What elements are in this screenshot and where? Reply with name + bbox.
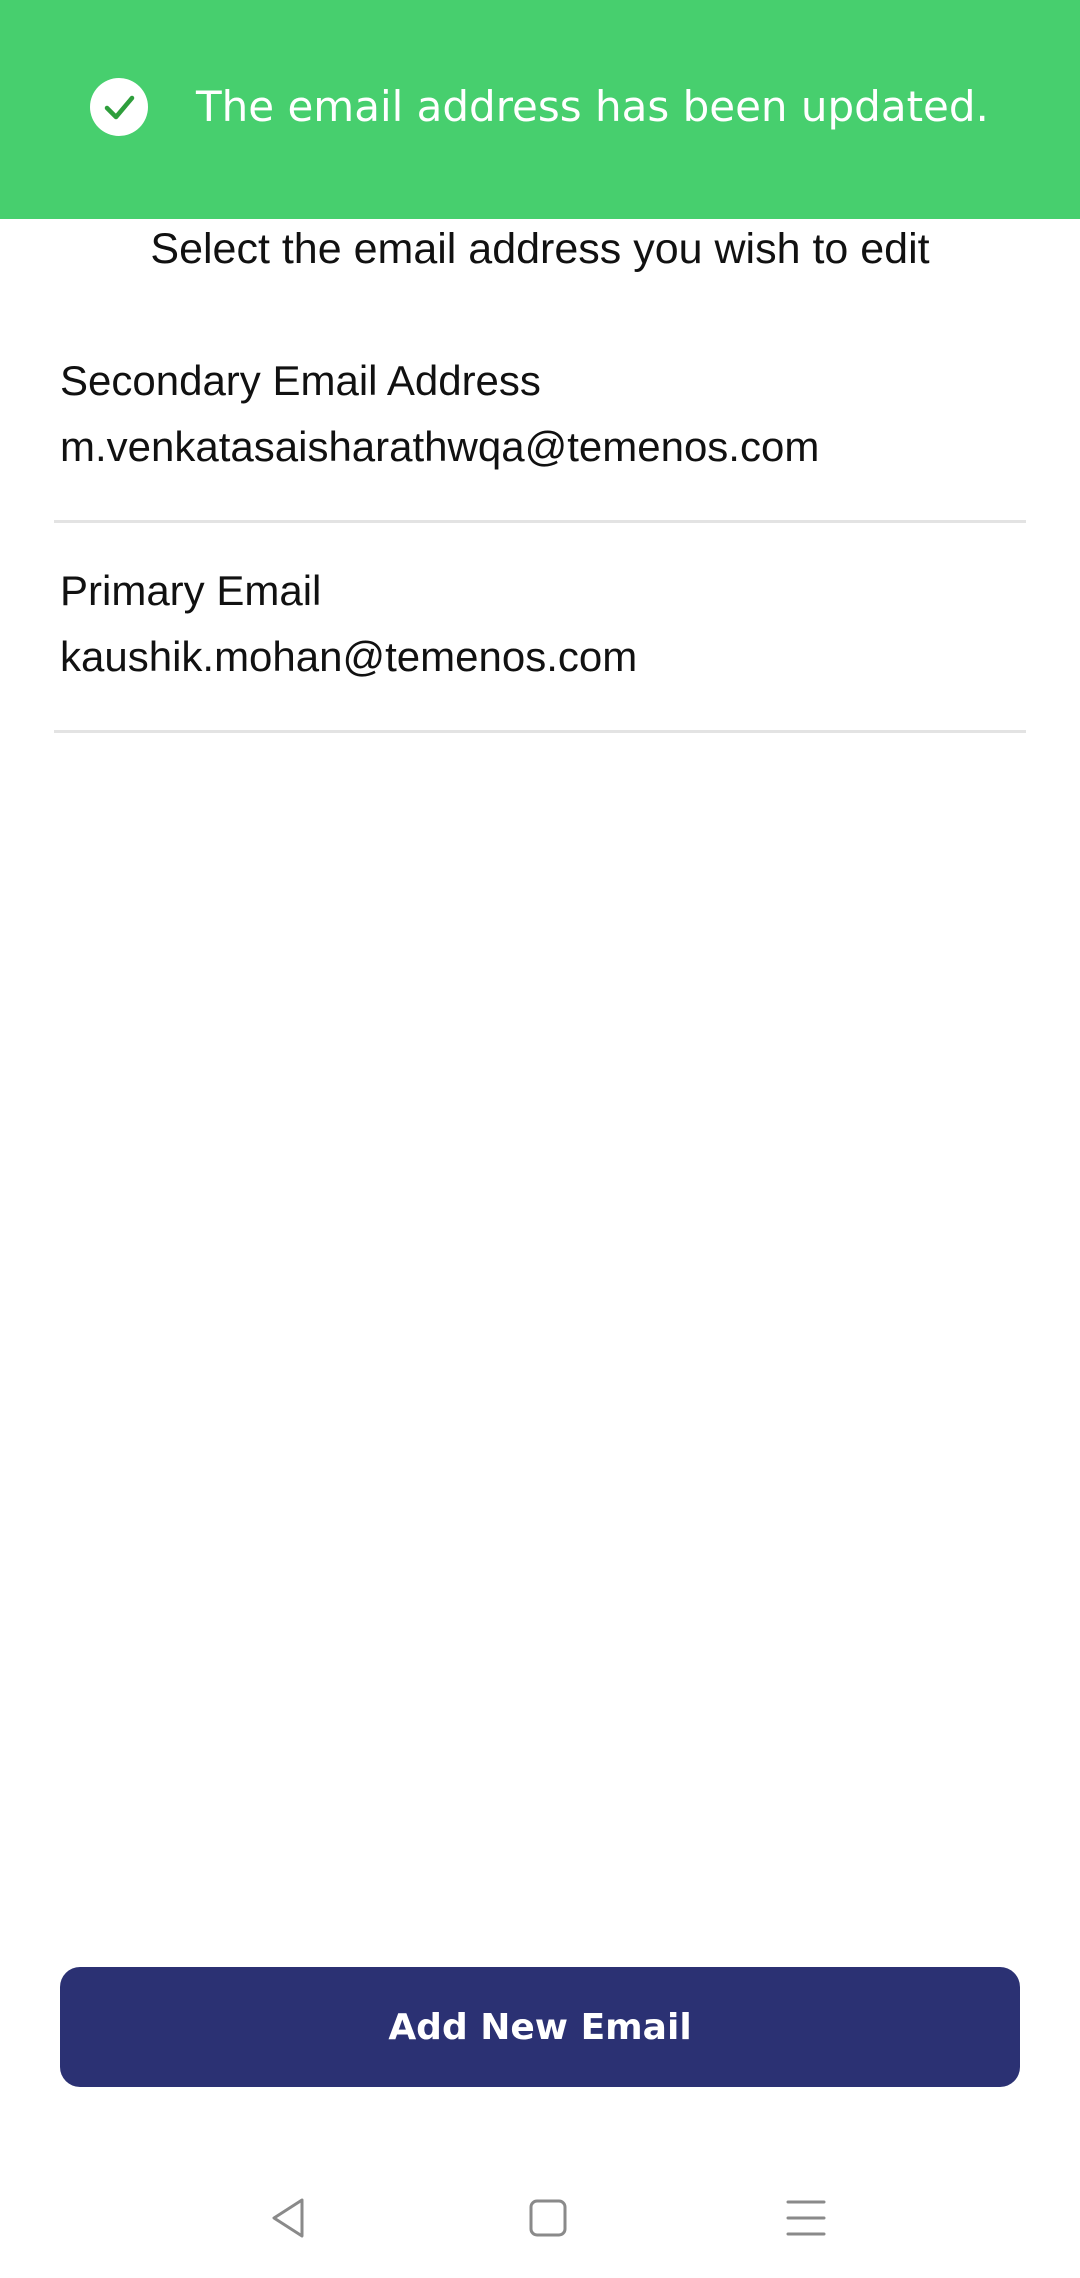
- toast-message: The email address has been updated.: [196, 82, 989, 131]
- instruction-text: Select the email address you wish to edi…: [150, 225, 930, 273]
- email-label: Secondary Email Address: [60, 357, 541, 404]
- checkmark-circle-icon: [90, 78, 148, 136]
- back-triangle-icon[interactable]: [260, 2188, 320, 2248]
- email-address: kaushik.mohan@temenos.com: [60, 633, 638, 680]
- email-address: m.venkatasaisharathwqa@temenos.com: [60, 423, 820, 470]
- email-list-item-secondary[interactable]: Secondary Email Address m.venkatasaishar…: [54, 310, 1026, 523]
- system-navigation-bar: [0, 2160, 1080, 2270]
- email-list-item-primary[interactable]: Primary Email kaushik.mohan@temenos.com: [54, 520, 1026, 733]
- add-new-email-button[interactable]: Add New Email: [60, 1967, 1020, 2087]
- menu-lines-icon[interactable]: [776, 2188, 836, 2248]
- success-toast: The email address has been updated.: [0, 0, 1080, 219]
- email-label: Primary Email: [60, 567, 322, 614]
- home-square-icon[interactable]: [518, 2188, 578, 2248]
